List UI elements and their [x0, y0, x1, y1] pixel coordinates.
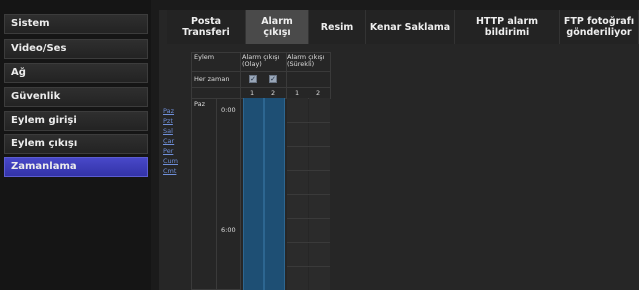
- schedule-grid: Eylem Alarm çıkışı (Olay) Alarm çıkışı (…: [191, 52, 331, 290]
- sidebar-item-ag[interactable]: Ağ: [4, 63, 148, 83]
- grid-line: [287, 122, 330, 123]
- column-header-alarm-olay: Alarm çıkışı (Olay): [242, 53, 280, 68]
- sub-column-number: 2: [271, 89, 276, 97]
- day-link-per[interactable]: Per: [163, 147, 173, 155]
- eylem-label: Eylem: [194, 53, 215, 61]
- day-link-pzt[interactable]: Pzt: [163, 117, 173, 125]
- tab-http-alarm-bildirimi[interactable]: HTTP alarm bildirimi: [455, 10, 560, 44]
- schedule-column-olay-2[interactable]: [264, 98, 285, 290]
- sidebar-item-video-ses[interactable]: Video/Ses: [4, 39, 148, 59]
- row-cell: [286, 71, 331, 88]
- her-zaman-checkbox-1[interactable]: ✓: [249, 75, 257, 83]
- time-label-0600: 6:00: [221, 226, 236, 234]
- sub-column-number: 1: [295, 89, 300, 97]
- grid-line: [287, 242, 330, 243]
- time-cell: [216, 98, 241, 290]
- tab-kenar-saklama[interactable]: Kenar Saklama: [366, 10, 455, 44]
- grid-line: [287, 194, 330, 195]
- her-zaman-checkbox-2[interactable]: ✓: [269, 75, 277, 83]
- sub-column-number: 2: [316, 89, 321, 97]
- tab-posta-transferi[interactable]: Posta Transferi: [167, 10, 246, 44]
- day-link-cum[interactable]: Cum: [163, 157, 178, 165]
- grid-line: [287, 146, 330, 147]
- grid-line: [287, 170, 330, 171]
- day-link-cmt[interactable]: Cmt: [163, 167, 176, 175]
- grid-line: [287, 266, 330, 267]
- grid-line: [287, 218, 330, 219]
- sidebar-item-guvenlik[interactable]: Güvenlik: [4, 87, 148, 107]
- day-label: Paz: [194, 100, 206, 108]
- day-link-sal[interactable]: Sal: [163, 127, 173, 135]
- sidebar-item-sistem[interactable]: Sistem: [4, 14, 148, 34]
- day-link-car[interactable]: Çar: [163, 137, 174, 145]
- row-cell: [240, 71, 287, 88]
- column-header-alarm-surekli: Alarm çıkışı (Sürekli): [287, 53, 325, 68]
- her-zaman-label: Her zaman: [194, 75, 230, 83]
- sidebar: Sistem Video/Ses Ağ Güvenlik Eylem giriş…: [0, 0, 151, 290]
- day-link-paz[interactable]: Paz: [163, 107, 174, 115]
- time-label-0000: 0:00: [221, 106, 236, 114]
- tab-alarm-cikisi[interactable]: Alarm çıkışı: [246, 10, 309, 44]
- sidebar-item-eylem-cikisi[interactable]: Eylem çıkışı: [4, 134, 148, 154]
- tab-resim[interactable]: Resim: [309, 10, 366, 44]
- sidebar-item-eylem-girisi[interactable]: Eylem girişi: [4, 111, 148, 131]
- schedule-column-olay-1[interactable]: [243, 98, 264, 290]
- sidebar-item-zamanlama[interactable]: Zamanlama: [4, 157, 148, 177]
- main-panel: Posta Transferi Alarm çıkışı Resim Kenar…: [159, 10, 639, 290]
- tab-ftp-fotografi-gonderiliyor[interactable]: FTP fotoğrafı gönderiliyor: [560, 10, 639, 44]
- sub-column-number: 1: [250, 89, 255, 97]
- tab-bar: Posta Transferi Alarm çıkışı Resim Kenar…: [159, 10, 639, 44]
- day-cell: [191, 98, 217, 290]
